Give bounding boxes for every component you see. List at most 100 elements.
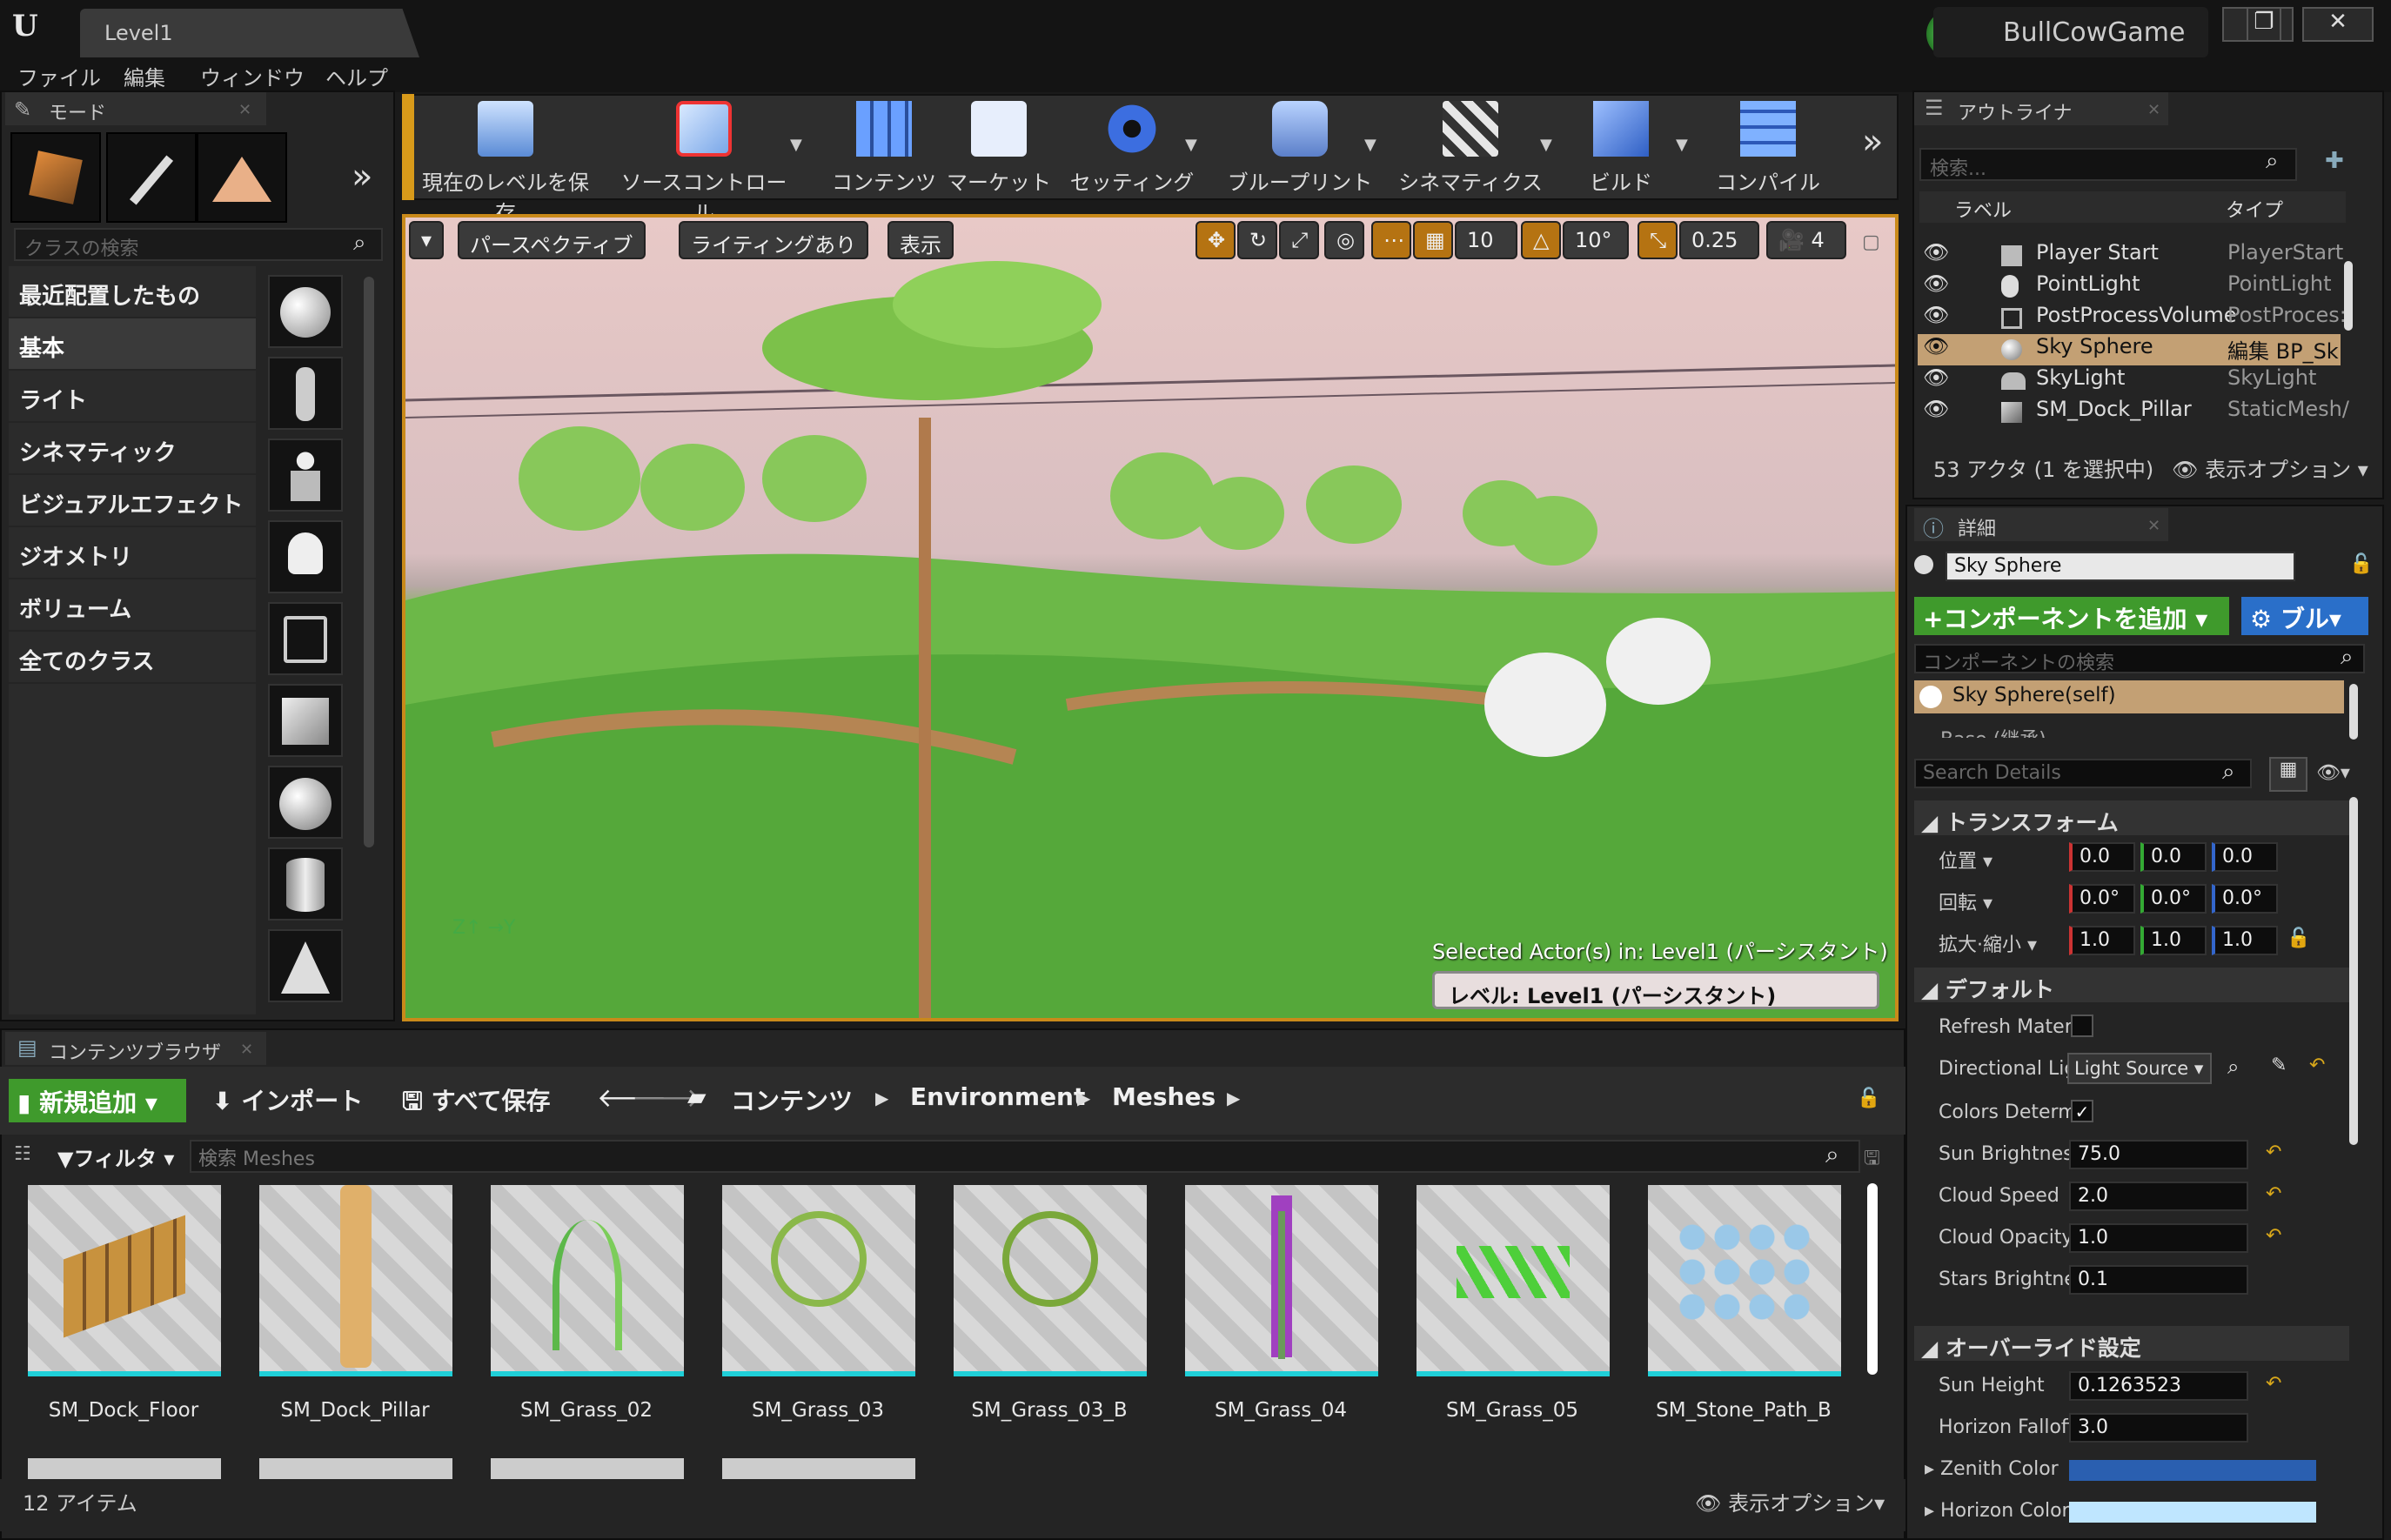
save-level-button[interactable]: 現在のレベルを保存 [414,101,597,225]
close-button[interactable]: ✕ [2302,7,2374,42]
place-actor-empty[interactable] [268,275,343,348]
browse-icon[interactable]: ⌕ [2227,1055,2239,1079]
rotation-z-field[interactable]: 0.0° [2212,884,2278,914]
search-icon[interactable]: ⌕ [2341,644,2354,671]
rotation-snap-value[interactable]: 10° [1563,221,1629,259]
refresh-material-checkbox[interactable] [2071,1014,2093,1037]
eye-icon[interactable]: 👁 [1923,334,1949,358]
content-browser-tab[interactable]: コンテンツブラウザ [5,1032,266,1065]
category-visual-effects[interactable]: ビジュアルエフェクト [9,475,256,526]
marketplace-button[interactable]: マーケット [947,101,1051,195]
close-icon[interactable]: ✕ [238,101,251,119]
close-icon[interactable]: ✕ [2147,101,2160,119]
maximize-viewport-icon[interactable]: ▢ [1862,231,1880,253]
menu-window[interactable]: ウィンドウ [200,61,305,91]
chevron-down-icon[interactable]: ▼ [790,136,802,154]
asset-label[interactable]: SM_Grass_05 [1408,1399,1617,1422]
eye-icon[interactable]: 👁 [1923,240,1949,264]
component-search-input[interactable]: コンポーネントの検索 [1914,644,2365,674]
component-self-row[interactable]: Sky Sphere(self) [1914,680,2344,713]
details-scrollbar[interactable] [2349,797,2358,1145]
search-icon[interactable]: ⌕ [2266,148,2279,175]
asset-scrollbar[interactable] [1867,1183,1878,1375]
scale-z-field[interactable]: 1.0 [2212,926,2278,955]
perspective-button[interactable]: パースペクティブ [458,221,646,259]
rotation-snap-button[interactable]: △ [1521,221,1561,259]
camera-speed-button[interactable]: 🎥 4 [1766,221,1846,259]
chevron-down-icon[interactable]: ▼ [1540,136,1552,154]
horizon-falloff-field[interactable]: 3.0 [2069,1413,2248,1443]
outliner-row[interactable]: 👁 SM_Dock_Pillar StaticMesh/ [1918,397,2349,428]
modes-scrollbar[interactable] [364,277,374,847]
breadcrumb-separator[interactable]: ▶ [875,1088,888,1108]
cloud-speed-field[interactable]: 2.0 [2069,1182,2248,1211]
asset-thumbnail[interactable] [259,1185,452,1376]
rotation-y-field[interactable]: 0.0° [2140,884,2207,914]
breadcrumb-meshes[interactable]: Meshes [1112,1082,1216,1111]
breadcrumb-environment[interactable]: Environment [910,1082,1085,1111]
default-section-header[interactable]: ◢ デフォルト [1914,968,2349,1002]
landscape-mode-button[interactable] [197,132,287,223]
asset-thumbnail-row2[interactable] [259,1458,452,1479]
asset-thumbnail-row2[interactable] [28,1458,221,1479]
directional-light-dropdown[interactable]: Light Source ▾ [2067,1053,2212,1084]
place-actor-point-light[interactable] [268,520,343,593]
blueprint-script-button[interactable]: ⚙ ブル▾ [2241,597,2368,635]
colors-determined-checkbox[interactable]: ✓ [2071,1100,2093,1122]
outliner-scrollbar[interactable] [2344,261,2353,331]
breadcrumb-separator[interactable]: ▶ [1077,1088,1090,1108]
add-component-button[interactable]: +コンポーネントを追加 ▾ [1914,597,2229,635]
search-icon[interactable]: ⌕ [2222,759,2235,786]
transform-section-header[interactable]: ◢ トランスフォーム [1914,800,2349,835]
zenith-color-swatch[interactable] [2069,1460,2316,1481]
outliner-row[interactable]: 👁 Player Start PlayerStart [1918,240,2343,271]
eye-icon[interactable]: 👁 [1923,365,1949,390]
eye-icon[interactable]: 👁 [1923,397,1949,421]
chevron-more-icon[interactable]: » [352,157,372,197]
horizon-color-swatch[interactable] [2069,1502,2316,1523]
property-matrix-icon[interactable]: ▦ [2269,757,2307,792]
translate-mode-button[interactable]: ✥ [1196,221,1236,259]
column-type[interactable]: タイプ [2226,195,2283,223]
restore-button[interactable]: ❐ [2247,7,2281,42]
asset-thumbnail[interactable] [491,1185,684,1376]
content-button[interactable]: コンテンツ [830,101,938,195]
category-recent[interactable]: 最近配置したもの [9,266,256,317]
outliner-row[interactable]: 👁 PostProcessVolume PostProces: [1918,303,2347,334]
scale-snap-button[interactable]: ⤡ [1638,221,1678,259]
place-actor-character[interactable] [268,357,343,430]
sun-height-field[interactable]: 0.1263523 [2069,1371,2248,1401]
level-tab[interactable]: Level1 [80,9,419,57]
asset-label[interactable]: SM_Stone_Path_B [1639,1399,1848,1422]
asset-label[interactable]: SM_Grass_03_B [945,1399,1154,1422]
component-base-row[interactable]: Base (継承) [1940,726,2341,738]
place-actor-sphere[interactable] [268,766,343,839]
location-x-field[interactable]: 0.0 [2069,842,2135,872]
asset-thumbnail[interactable] [1648,1185,1841,1376]
object-name-field[interactable]: Sky Sphere [1946,552,2295,581]
save-search-icon[interactable]: 🖫 [1864,1143,1880,1176]
modes-tab[interactable]: モード [5,92,266,125]
level-viewport[interactable] [402,214,1899,1021]
category-volumes[interactable]: ボリューム [9,579,256,630]
lock-icon[interactable]: 🔓 [1857,1088,1880,1109]
menu-edit[interactable]: 編集 [124,61,165,91]
asset-label[interactable]: SM_Dock_Pillar [251,1399,459,1422]
settings-button[interactable]: セッティング [1067,101,1197,195]
close-icon[interactable]: ✕ [2147,517,2160,535]
menu-help[interactable]: ヘルプ [325,61,388,91]
reset-icon[interactable]: ↶ [2266,1373,2281,1395]
place-mode-button[interactable] [10,132,101,223]
asset-thumbnail[interactable] [954,1185,1147,1376]
outliner-view-options[interactable]: 👁 表示オプション ▾ [2172,452,2368,483]
outliner-tab[interactable]: アウトライナ [1914,92,2168,125]
asset-thumbnail-row2[interactable] [491,1458,684,1479]
reset-icon[interactable]: ↶ [2309,1055,2325,1076]
content-view-options[interactable]: 👁 表示オプション▾ [1695,1486,1885,1517]
world-space-button[interactable]: ◎ [1324,221,1364,259]
location-z-field[interactable]: 0.0 [2212,842,2278,872]
show-button[interactable]: 表示 [887,221,954,259]
grid-snap-button[interactable]: ▦ [1413,221,1453,259]
blueprints-button[interactable]: ブループリント [1222,101,1378,195]
asset-thumbnail[interactable] [1185,1185,1378,1376]
